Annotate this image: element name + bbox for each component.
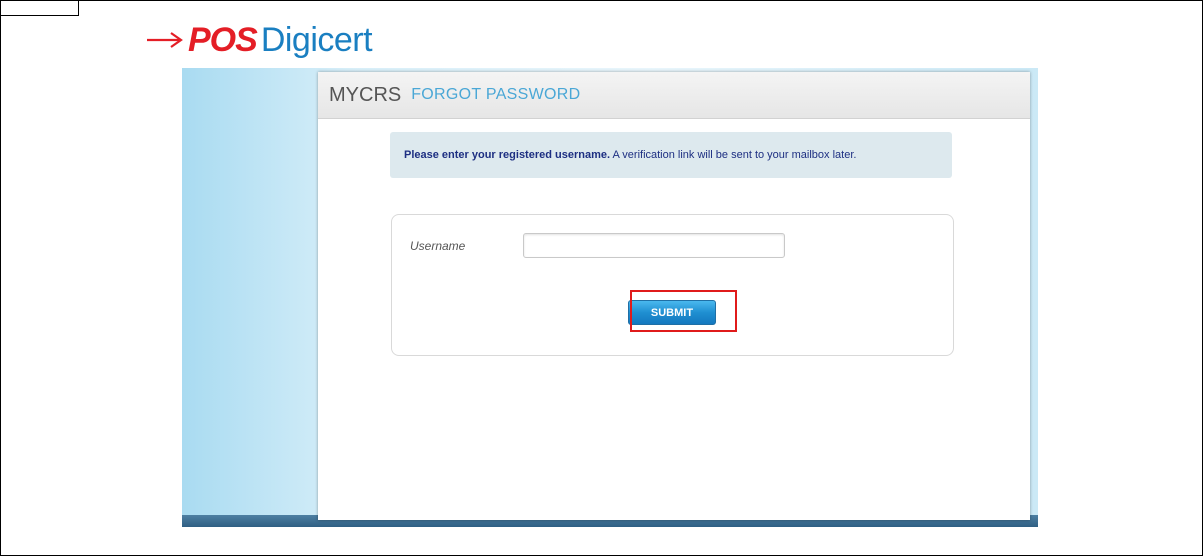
app-name: MYCRS <box>329 83 402 106</box>
logo-pos-text: POS <box>188 21 258 59</box>
table-border-left <box>0 0 1 556</box>
forgot-password-form: Username SUBMIT <box>391 214 954 356</box>
info-message-rest: A verification link will be sent to your… <box>610 149 857 161</box>
submit-highlight-annotation <box>630 290 737 332</box>
page-title: FORGOT PASSWORD <box>411 86 581 103</box>
logo-digicert-text: Digicert <box>260 21 373 59</box>
info-message-bold: Please enter your registered username. <box>404 149 611 161</box>
username-label: Username <box>410 239 466 253</box>
panel-header: MYCRS FORGOT PASSWORD <box>318 72 1030 119</box>
red-arrow-icon <box>147 32 183 48</box>
info-message: Please enter your registered username. A… <box>404 149 856 161</box>
info-message-box: Please enter your registered username. A… <box>390 132 952 178</box>
username-input[interactable] <box>523 233 785 258</box>
pos-digicert-logo: POS Digicert <box>146 18 373 62</box>
table-cell-divider <box>78 0 79 15</box>
table-cell-divider-horizontal <box>0 15 79 16</box>
table-border-top <box>0 0 1203 1</box>
